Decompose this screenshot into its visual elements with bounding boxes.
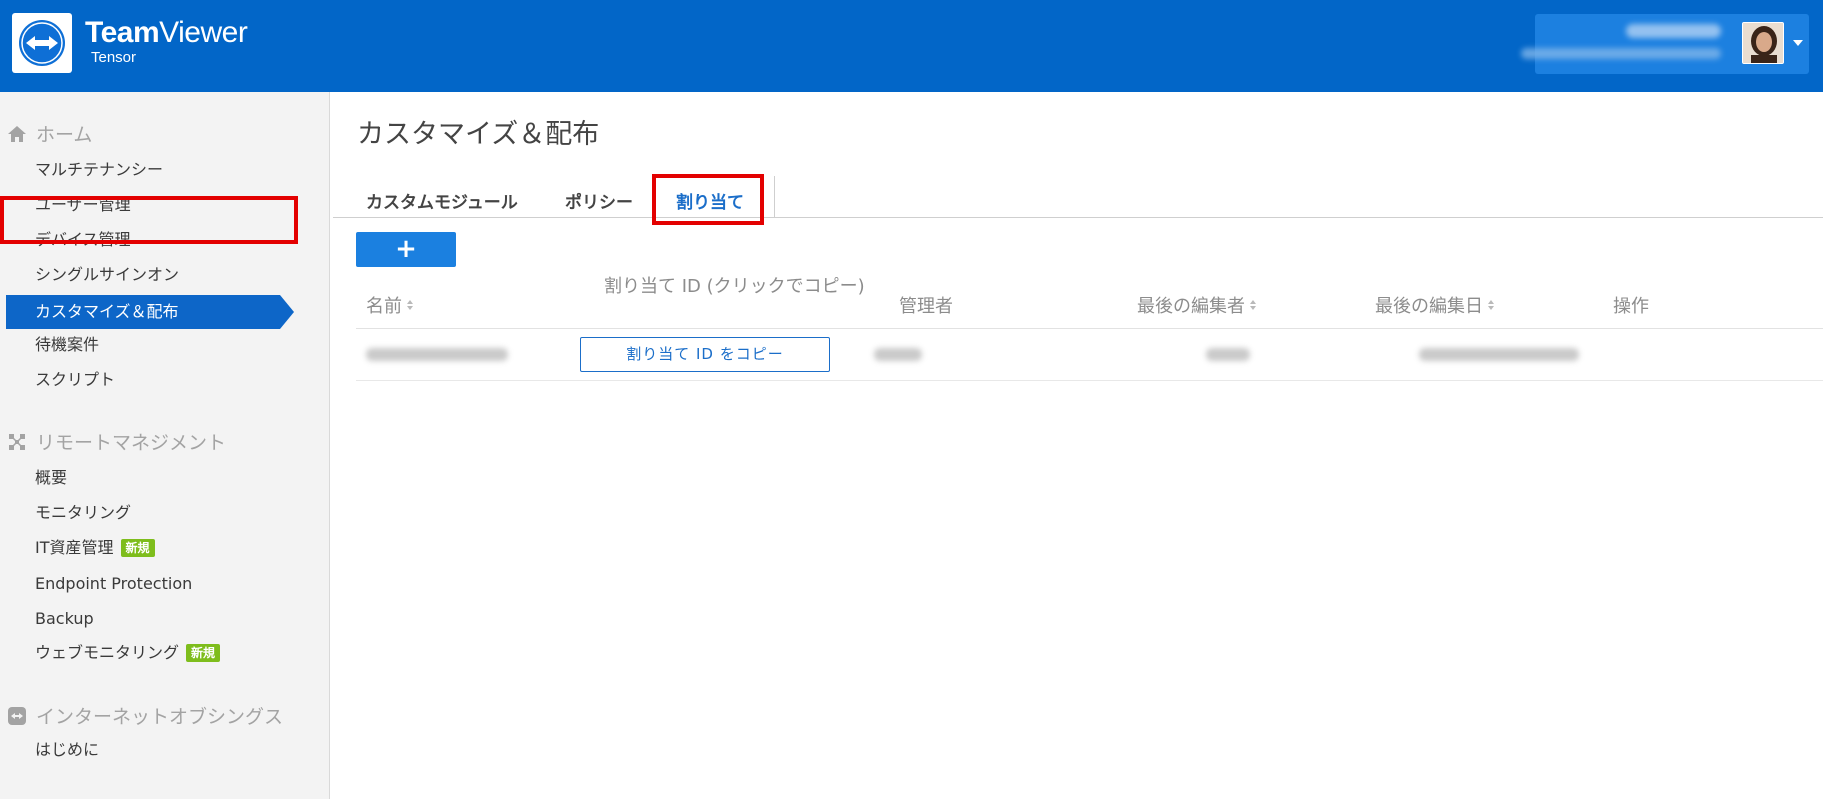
- sidebar-item-overview[interactable]: 概要: [35, 468, 67, 488]
- brand-sub: Tensor: [91, 49, 137, 66]
- tab-custom-modules[interactable]: カスタムモジュール: [366, 188, 518, 213]
- sidebar-section-home-label: ホーム: [36, 124, 93, 146]
- sidebar-section-iot-label: インターネットオブシングス: [36, 706, 284, 728]
- page-title: カスタマイズ＆配布: [357, 119, 600, 150]
- sidebar-item-it-asset-label: IT資産管理: [35, 538, 114, 557]
- sidebar-item-monitoring[interactable]: モニタリング: [35, 503, 131, 523]
- home-icon: [6, 123, 28, 145]
- column-last-editor-label: 最後の編集者: [1137, 296, 1245, 317]
- tab-assignments[interactable]: 割り当て: [676, 188, 744, 213]
- brand-bold: Team: [85, 16, 160, 49]
- teamviewer-logo-icon[interactable]: [12, 13, 72, 73]
- new-badge: 新規: [120, 539, 155, 557]
- sidebar-section-home[interactable]: ホーム: [6, 120, 92, 147]
- sort-icon: [1488, 300, 1494, 310]
- brand-light: Viewer: [159, 16, 248, 49]
- column-name-label: 名前: [366, 296, 402, 317]
- sort-icon: [1250, 300, 1256, 310]
- sidebar-item-single-sign-on[interactable]: シングルサインオン: [35, 265, 179, 285]
- sidebar-section-remote-management[interactable]: リモートマネジメント: [6, 428, 226, 455]
- column-header-last-edited-date[interactable]: 最後の編集日: [1375, 292, 1494, 318]
- sidebar-item-endpoint-protection[interactable]: Endpoint Protection: [35, 574, 192, 594]
- row-last-edited-date-blurred: [1419, 348, 1579, 361]
- column-header-name[interactable]: 名前: [366, 292, 413, 318]
- row-name-blurred: [366, 348, 508, 361]
- sort-icon: [407, 300, 413, 310]
- add-button[interactable]: +: [356, 232, 456, 267]
- table-row-divider: [356, 380, 1823, 381]
- caret-down-icon[interactable]: [1793, 40, 1803, 46]
- sidebar-item-multitenancy[interactable]: マルチテナンシー: [35, 160, 163, 180]
- account-menu[interactable]: [1521, 14, 1809, 74]
- table-header-divider: [356, 328, 1823, 329]
- sidebar-item-backup[interactable]: Backup: [35, 609, 94, 629]
- column-header-actions: 操作: [1613, 296, 1649, 317]
- column-header-manager: 管理者: [899, 296, 953, 317]
- sidebar-item-user-management[interactable]: ユーザー管理: [35, 195, 131, 215]
- iot-icon: [6, 705, 28, 727]
- sidebar-section-iot[interactable]: インターネットオブシングス: [6, 702, 283, 729]
- account-name-blurred: [1626, 24, 1721, 38]
- tab-policies[interactable]: ポリシー: [565, 188, 633, 213]
- row-last-editor-blurred: [1206, 348, 1250, 361]
- column-last-edited-label: 最後の編集日: [1375, 296, 1483, 317]
- sidebar-section-remote-label: リモートマネジメント: [36, 432, 227, 454]
- sidebar-item-device-management[interactable]: デバイス管理: [35, 230, 131, 250]
- row-manager-blurred: [874, 348, 922, 361]
- top-header: TeamViewer Tensor: [0, 0, 1823, 92]
- sidebar-item-customize-distribute[interactable]: カスタマイズ＆配布: [6, 295, 294, 329]
- tabs-divider: [333, 217, 1823, 218]
- new-badge: 新規: [186, 644, 221, 662]
- sidebar-item-web-monitoring-label: ウェブモニタリング: [35, 643, 180, 662]
- brand: TeamViewer Tensor: [85, 16, 248, 66]
- sidebar-item-it-asset-management[interactable]: IT資産管理 新規: [35, 538, 155, 558]
- column-header-last-editor[interactable]: 最後の編集者: [1137, 292, 1256, 318]
- column-header-assignment-id: 割り当て ID (クリックでコピー): [604, 276, 865, 297]
- sidebar-item-getting-started[interactable]: はじめに: [35, 740, 99, 760]
- remote-management-icon: [6, 431, 28, 453]
- avatar[interactable]: [1742, 22, 1784, 64]
- sidebar: ホーム マルチテナンシー ユーザー管理 デバイス管理 シングルサインオン カスタ…: [0, 92, 330, 799]
- account-email-blurred: [1521, 48, 1721, 59]
- sidebar-item-scripts[interactable]: スクリプト: [35, 370, 115, 390]
- sidebar-item-pending[interactable]: 待機案件: [35, 335, 99, 355]
- copy-assignment-id-button[interactable]: 割り当て ID をコピー: [580, 337, 830, 372]
- sidebar-item-web-monitoring[interactable]: ウェブモニタリング 新規: [35, 643, 221, 663]
